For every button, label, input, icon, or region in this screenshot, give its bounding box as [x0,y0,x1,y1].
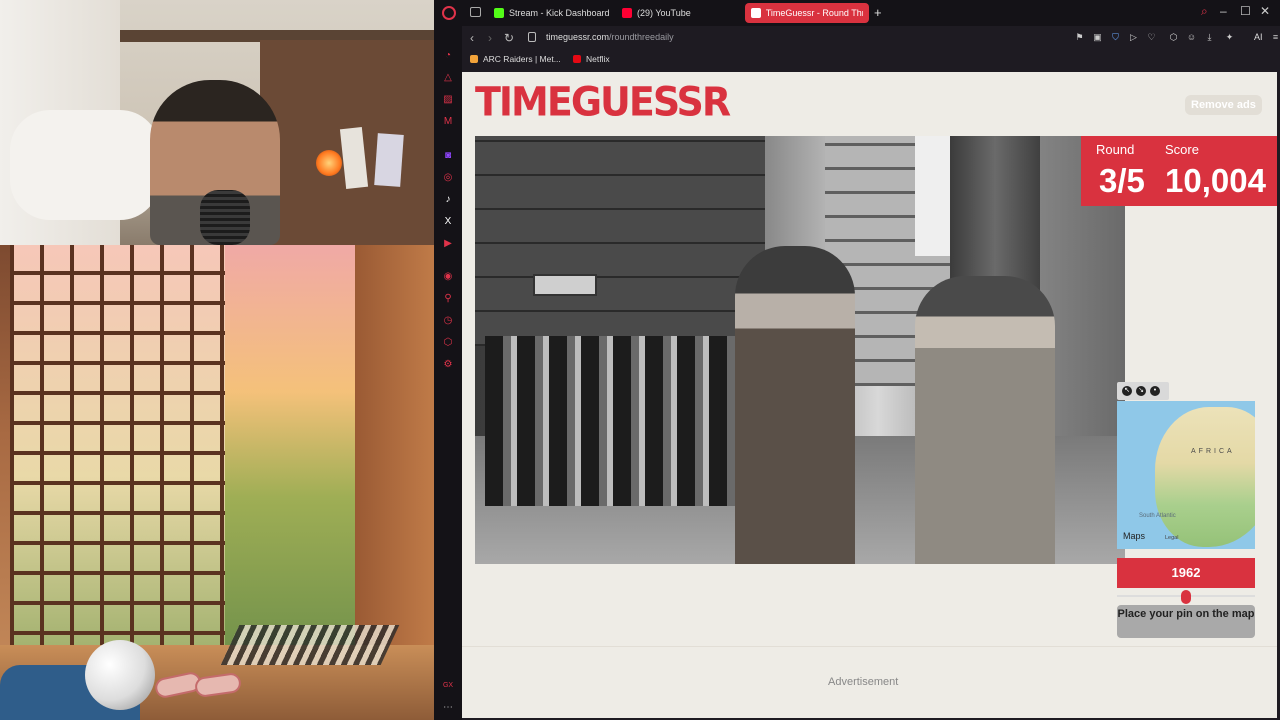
expand-map-icon[interactable]: ↖ [1122,386,1132,396]
score-label: Score [1165,142,1199,157]
background-scene-illustration [0,245,434,720]
menu-icon[interactable]: ≡ [1270,32,1280,43]
sidebar: ◔ △ ▨ M ◙ ◎ ♪ X ▶ ◉ ⚲ ◷ ⬡ ⚙ GX ⋯ [434,26,462,720]
browser-window: Stream - Kick Dashboard (29) YouTube Tim… [434,0,1280,720]
heart-icon[interactable]: ♡ [1146,32,1157,43]
timeguessr-logo[interactable]: TIMEGUESSR [475,79,731,125]
map-controls: ↖ ↘ • [1117,382,1169,400]
score-panel: Round Score 3/5 10,004 [1081,136,1277,206]
gx-control-icon[interactable]: △ [442,72,454,84]
play-icon[interactable]: ▷ [1128,32,1139,43]
close-window-icon[interactable]: ✕ [1260,4,1270,18]
settings-gear-icon[interactable]: ⚙ [442,359,454,371]
maximize-icon[interactable]: ☐ [1240,4,1251,18]
apple-maps-attribution: Maps [1123,531,1146,541]
timeguessr-favicon-icon [751,8,761,18]
extensions-icon[interactable]: ⬡ [442,337,454,349]
snapshot-icon[interactable]: ▣ [1092,32,1103,43]
bookmark-netflix[interactable]: Netflix [573,54,610,64]
map-legal-link[interactable]: Legal [1165,535,1178,541]
round-photo [475,136,1125,564]
remove-ads-button[interactable]: Remove ads [1185,95,1262,115]
back-icon[interactable]: ‹ [470,31,474,45]
shield-icon[interactable]: ⛉ [1110,32,1121,43]
more-icon[interactable]: ⋯ [442,702,454,714]
tab-timeguessr[interactable]: TimeGuessr - Round Thre [745,3,869,23]
bookmark-arc-raiders[interactable]: ARC Raiders | Met... [470,54,561,64]
gx-badge-icon[interactable]: GX [442,680,454,692]
advertisement-label: Advertisement [828,676,899,688]
search-icon[interactable]: ⌕ [1201,4,1208,19]
webcam-feed [0,0,434,245]
ai-button[interactable]: AI [1254,32,1263,42]
download-icon[interactable]: ⤓ [1204,32,1215,43]
youtube-favicon-icon [622,8,632,18]
opera-gx-logo-icon[interactable] [442,6,456,20]
extensions-toolbar-icon[interactable]: ⬡ [1168,32,1179,43]
gx-corner-icon[interactable]: ▨ [442,94,454,106]
profile-icon[interactable]: ☺ [1186,32,1197,43]
map-ocean-label: South Atlantic [1139,513,1176,519]
history-icon[interactable]: ◷ [442,315,454,327]
player-icon[interactable]: ◉ [442,271,454,283]
advertisement-area: Advertisement [462,646,1277,718]
netflix-favicon-icon [573,55,581,63]
wand-icon[interactable]: ✦ [1224,32,1235,43]
youtube-sidebar-icon[interactable]: ▶ [442,238,454,250]
tab-bar: Stream - Kick Dashboard (29) YouTube Tim… [434,0,1280,26]
tab-youtube[interactable]: (29) YouTube [616,3,697,23]
bookmark-icon[interactable]: ⚑ [1074,32,1085,43]
mail-icon[interactable]: M [442,116,454,128]
lock-icon [528,32,536,42]
tiktok-icon[interactable]: ♪ [442,194,454,206]
url-field[interactable]: timeguessr.com/roundthreedaily [546,32,674,42]
bookmarks-bar: ARC Raiders | Met... Netflix [462,50,1280,70]
instagram-icon[interactable]: ◎ [442,172,454,184]
timeguessr-page: TIMEGUESSR Remove ads Round Score 3/5 10… [462,72,1277,718]
guess-map[interactable]: AFRICA South Atlantic Maps Legal [1117,401,1255,549]
round-label: Round [1096,142,1135,157]
x-icon[interactable]: X [442,216,454,228]
pin-map-icon[interactable]: • [1150,386,1160,396]
pin-icon[interactable]: ⚲ [442,293,454,305]
twitch-icon[interactable]: ◙ [442,150,454,162]
year-slider[interactable] [1117,590,1255,604]
speed-dial-icon[interactable]: ◔ [442,50,454,62]
address-bar: ‹ › ↻ timeguessr.com/roundthreedaily ⚑ ▣… [462,26,1280,50]
minimize-icon[interactable]: – [1220,4,1227,18]
tab-sidebar-icon[interactable] [470,7,481,17]
tab-kick-dashboard[interactable]: Stream - Kick Dashboard [488,3,616,23]
year-display: 1962 [1117,558,1255,588]
new-tab-plus-icon[interactable]: + [874,5,882,20]
score-value: 10,004 [1165,162,1266,199]
shrink-map-icon[interactable]: ↘ [1136,386,1146,396]
round-value: 3/5 [1099,162,1145,199]
year-slider-thumb[interactable] [1181,590,1191,604]
place-pin-button[interactable]: Place your pin on the map [1117,605,1255,638]
reload-icon[interactable]: ↻ [504,31,514,45]
kick-favicon-icon [494,8,504,18]
map-continent-label: AFRICA [1191,448,1235,455]
forward-icon[interactable]: › [488,31,492,45]
arc-raiders-favicon-icon [470,55,478,63]
